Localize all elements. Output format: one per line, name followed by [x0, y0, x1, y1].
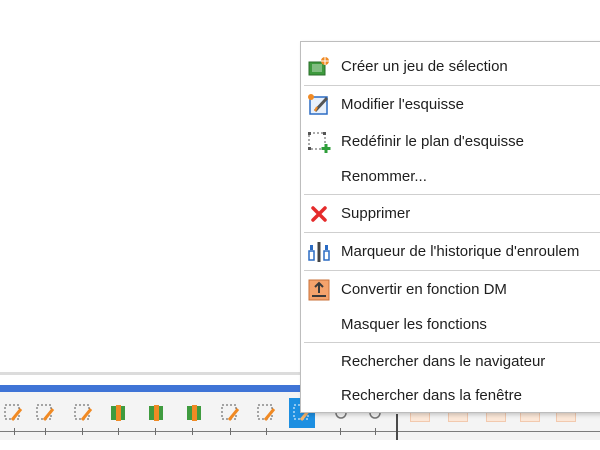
redefine-sketch-plane-icon — [307, 130, 331, 154]
timeline-axis — [0, 431, 600, 432]
timeline-sketch-item[interactable] — [32, 398, 58, 428]
menu-item-hide-features[interactable]: Masquer les fonctions — [301, 307, 600, 341]
menu-item-redefine-sketch-plane[interactable]: Redéfinir le plan d'esquisse — [301, 124, 600, 158]
timeline-tick — [192, 428, 193, 435]
menu-item-find-in-browser[interactable]: Rechercher dans le navigateur — [301, 344, 600, 378]
menu-item-history-marker[interactable]: Marqueur de l'historique d'enroulem — [301, 234, 600, 268]
edit-sketch-icon — [307, 93, 331, 117]
menu-item-create-selection-set[interactable]: Créer un jeu de sélection — [301, 49, 600, 83]
history-marker-handle[interactable] — [396, 414, 398, 440]
delete-x-icon — [307, 202, 331, 226]
timeline-tick — [375, 428, 376, 435]
menu-item-edit-sketch[interactable]: Modifier l'esquisse — [301, 87, 600, 121]
menu-item-label: Supprimer — [341, 204, 411, 222]
menu-separator — [304, 270, 600, 271]
menu-item-find-in-window[interactable]: Rechercher dans la fenêtre — [301, 378, 600, 412]
create-selection-set-icon — [307, 55, 331, 79]
timeline-sketch-item[interactable] — [253, 398, 279, 428]
menu-separator — [304, 342, 600, 343]
timeline-sketch-item[interactable] — [70, 398, 96, 428]
menu-item-label: Renommer... — [341, 167, 427, 185]
menu-separator — [304, 194, 600, 195]
menu-item-rename[interactable]: Renommer... — [301, 159, 600, 193]
timeline-tick — [14, 428, 15, 435]
menu-item-label: Redéfinir le plan d'esquisse — [341, 132, 524, 150]
timeline-sketch-item[interactable] — [0, 398, 26, 428]
timeline-extrude-item[interactable] — [181, 398, 207, 428]
timeline-tick — [82, 428, 83, 435]
menu-item-label: Rechercher dans la fenêtre — [341, 386, 522, 404]
menu-item-label: Modifier l'esquisse — [341, 95, 464, 113]
menu-item-label: Masquer les fonctions — [341, 315, 487, 333]
timeline-tick — [230, 428, 231, 435]
timeline-tick — [118, 428, 119, 435]
menu-item-label: Convertir en fonction DM — [341, 280, 507, 298]
timeline-extrude-item[interactable] — [143, 398, 169, 428]
history-marker-icon — [307, 240, 331, 264]
timeline-sketch-item[interactable] — [217, 398, 243, 428]
context-menu: Créer un jeu de sélection Modifier l'esq… — [300, 41, 600, 413]
timeline-tick — [266, 428, 267, 435]
menu-item-label: Marqueur de l'historique d'enroulem — [341, 242, 580, 260]
timeline-tick — [340, 428, 341, 435]
menu-separator — [304, 232, 600, 233]
menu-separator — [304, 85, 600, 86]
menu-item-convert-dm[interactable]: Convertir en fonction DM — [301, 272, 600, 306]
menu-item-delete[interactable]: Supprimer — [301, 196, 600, 230]
timeline-extrude-item[interactable] — [105, 398, 131, 428]
menu-item-label: Rechercher dans le navigateur — [341, 352, 546, 370]
timeline-tick — [155, 428, 156, 435]
timeline-tick — [45, 428, 46, 435]
menu-item-label: Créer un jeu de sélection — [341, 57, 508, 75]
convert-dm-icon — [307, 278, 331, 302]
